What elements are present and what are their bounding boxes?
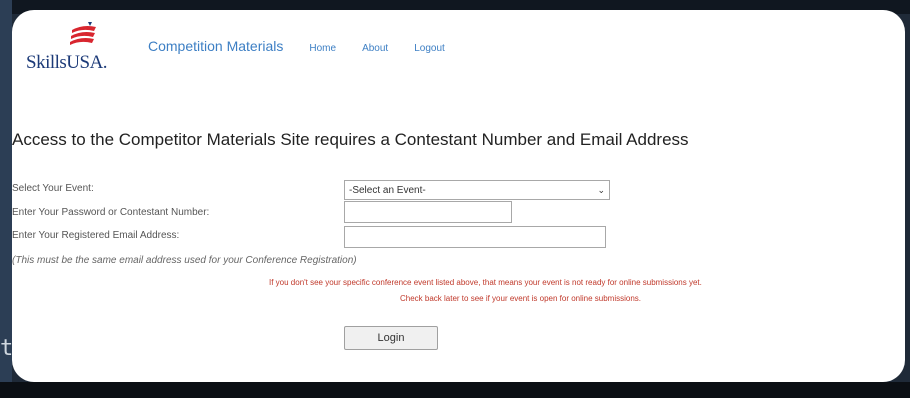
- page-headline: Access to the Competitor Materials Site …: [12, 130, 689, 149]
- password-input[interactable]: [344, 201, 512, 223]
- chevron-down-icon: ⌄: [597, 184, 605, 195]
- nav-brand-link[interactable]: Competition Materials: [148, 38, 283, 54]
- background-bottom-strip: [0, 382, 910, 398]
- password-label: Enter Your Password or Contestant Number…: [12, 207, 210, 218]
- warning-line-2: Check back later to see if your event is…: [400, 294, 642, 303]
- top-navigation: Competition Materials Home About Logout: [148, 38, 471, 54]
- warning-line-1: If you don't see your specific conferenc…: [269, 278, 702, 287]
- event-label: Select Your Event:: [12, 183, 94, 194]
- login-button[interactable]: Login: [344, 326, 438, 350]
- nav-about-link[interactable]: About: [362, 43, 388, 54]
- browser-page: SkillsUSA. Competition Materials Home Ab…: [12, 10, 905, 382]
- logo-text: SkillsUSA.: [26, 52, 108, 73]
- email-note: (This must be the same email address use…: [12, 255, 357, 266]
- skillsusa-logo[interactable]: SkillsUSA.: [26, 22, 126, 74]
- event-select-value: -Select an Event-: [349, 184, 426, 196]
- email-input[interactable]: [344, 226, 606, 248]
- nav-logout-link[interactable]: Logout: [414, 43, 445, 54]
- flag-stripes-icon: [70, 22, 96, 45]
- email-label: Enter Your Registered Email Address:: [12, 230, 180, 241]
- event-select[interactable]: -Select an Event- ⌄: [344, 180, 610, 200]
- nav-home-link[interactable]: Home: [309, 43, 336, 54]
